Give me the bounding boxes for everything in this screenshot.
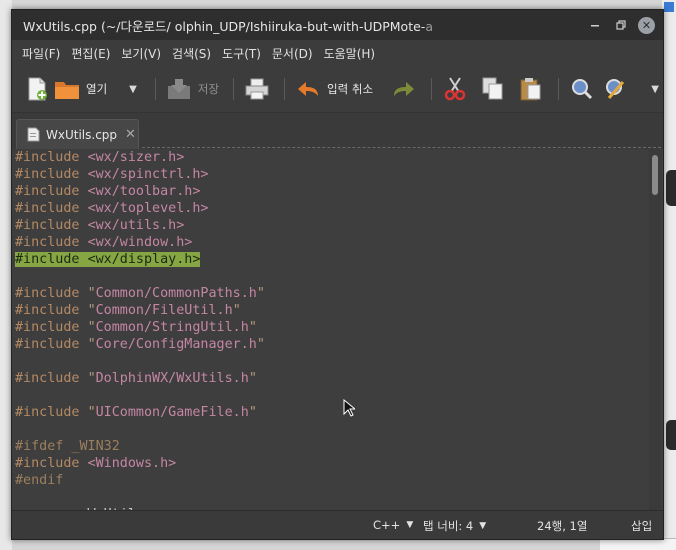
desktop-widget [666,420,676,450]
code-line: #include <wx/window.h> [15,235,193,250]
redo-arrow-icon [391,76,417,102]
new-document-icon [24,76,50,102]
file-icon [27,127,40,142]
open-recent-dropdown-icon[interactable]: ▼ [129,84,137,95]
code-text[interactable]: #include <wx/sizer.h> #include <wx/spinct… [15,149,265,512]
code-line: #include <wx/toplevel.h> [15,201,209,216]
tab-bar-divider [142,147,661,148]
clipboard-icon [518,76,544,102]
vertical-scrollbar[interactable] [649,149,661,512]
maximize-icon[interactable] [612,16,630,34]
title-bar[interactable]: WxUtils.cpp (~/다운로드/ olphin_UDP/Ishiiruk… [12,10,663,40]
redo-button[interactable] [391,72,417,106]
scissors-icon [442,76,468,102]
new-file-button[interactable] [24,72,50,106]
menu-search[interactable]: 검색(S) [172,45,219,62]
menu-view[interactable]: 보기(V) [121,45,169,62]
toolbar: 열기 ▼ 저장 입력 취소 ▼ [12,66,663,112]
code-line: #include <wx/utils.h> [15,218,185,233]
toolbar-separator [154,78,156,100]
open-button[interactable]: 열기 [54,72,107,106]
replace-button[interactable] [603,72,629,106]
copy-icon [480,76,506,102]
code-line: #include "Common/FileUtil.h" [15,303,241,318]
undo-arrow-icon [295,76,321,102]
language-selector[interactable]: C++ ▼ [373,518,413,532]
insert-mode[interactable]: 삽입 [631,518,652,534]
code-line: #include "UICommon/GameFile.h" [15,405,257,420]
tab-bar: WxUtils.cpp ✕ [12,112,663,149]
close-icon[interactable]: ✕ [638,16,655,34]
chevron-down-icon: ▼ [406,520,414,530]
code-line: #ifdef _WIN32 [15,439,120,454]
menu-bar: 파일(F) 편집(E) 보기(V) 검색(S) 도구(T) 문서(D) 도움말(… [12,40,663,66]
tab-width-selector[interactable]: 탭 너비: 4 ▼ [423,518,486,534]
desktop-background-right [662,0,676,550]
toolbar-separator [431,78,433,100]
folder-icon [54,76,80,102]
save-button[interactable]: 저장 [166,72,219,106]
toolbar-separator [233,78,235,100]
cut-button[interactable] [442,72,468,106]
code-editor[interactable]: #include <wx/sizer.h> #include <wx/spinct… [12,149,663,512]
minimize-icon[interactable] [586,16,604,34]
menu-edit[interactable]: 편집(E) [71,45,118,62]
code-line: #include <wx/toolbar.h> [15,184,201,199]
code-line: #include <Windows.h> [15,456,177,471]
menu-document[interactable]: 문서(D) [272,45,321,62]
tab-wxutils-cpp[interactable]: WxUtils.cpp ✕ [16,119,139,149]
find-button[interactable] [569,72,595,106]
toolbar-overflow-icon[interactable]: ▼ [651,84,659,95]
chevron-down-icon: ▼ [479,521,487,531]
code-line: #endif [15,473,64,488]
window-title: WxUtils.cpp (~/다운로드/ olphin_UDP/Ishiiruk… [23,18,433,34]
paste-button[interactable] [518,72,544,106]
magnifier-icon [569,76,595,102]
desktop-widget [666,170,676,206]
menu-file[interactable]: 파일(F) [22,45,68,62]
code-line: #include "Common/StringUtil.h" [15,320,257,335]
code-line: #include "Core/ConfigManager.h" [15,337,265,352]
printer-icon [244,76,270,102]
save-icon [166,76,192,102]
copy-button[interactable] [480,72,506,106]
mouse-pointer-icon [343,399,355,417]
find-replace-icon [603,76,629,102]
code-line: #include <wx/spinctrl.h> [15,167,209,182]
menu-help[interactable]: 도움말(H) [324,45,384,62]
cursor-position: 24행, 1열 [537,519,588,533]
desktop-icon [664,2,674,12]
undo-button[interactable]: 입력 취소 [295,72,373,106]
code-line: #include "DolphinWX/WxUtils.h" [15,371,257,386]
status-bar: C++ ▼ 탭 너비: 4 ▼ 24행, 1열 삽입 [12,510,663,539]
code-line: #include <wx/sizer.h> [15,150,185,165]
toolbar-separator [558,78,560,100]
scrollbar-thumb[interactable] [652,155,658,195]
print-button[interactable] [244,72,270,106]
code-line: #include "Common/CommonPaths.h" [15,286,265,301]
code-line: #include <wx/display.h> [15,252,201,267]
tab-close-icon[interactable]: ✕ [125,127,136,142]
editor-window: WxUtils.cpp (~/다운로드/ olphin_UDP/Ishiiruk… [11,9,664,540]
menu-tools[interactable]: 도구(T) [222,45,269,62]
toolbar-separator [284,78,286,100]
